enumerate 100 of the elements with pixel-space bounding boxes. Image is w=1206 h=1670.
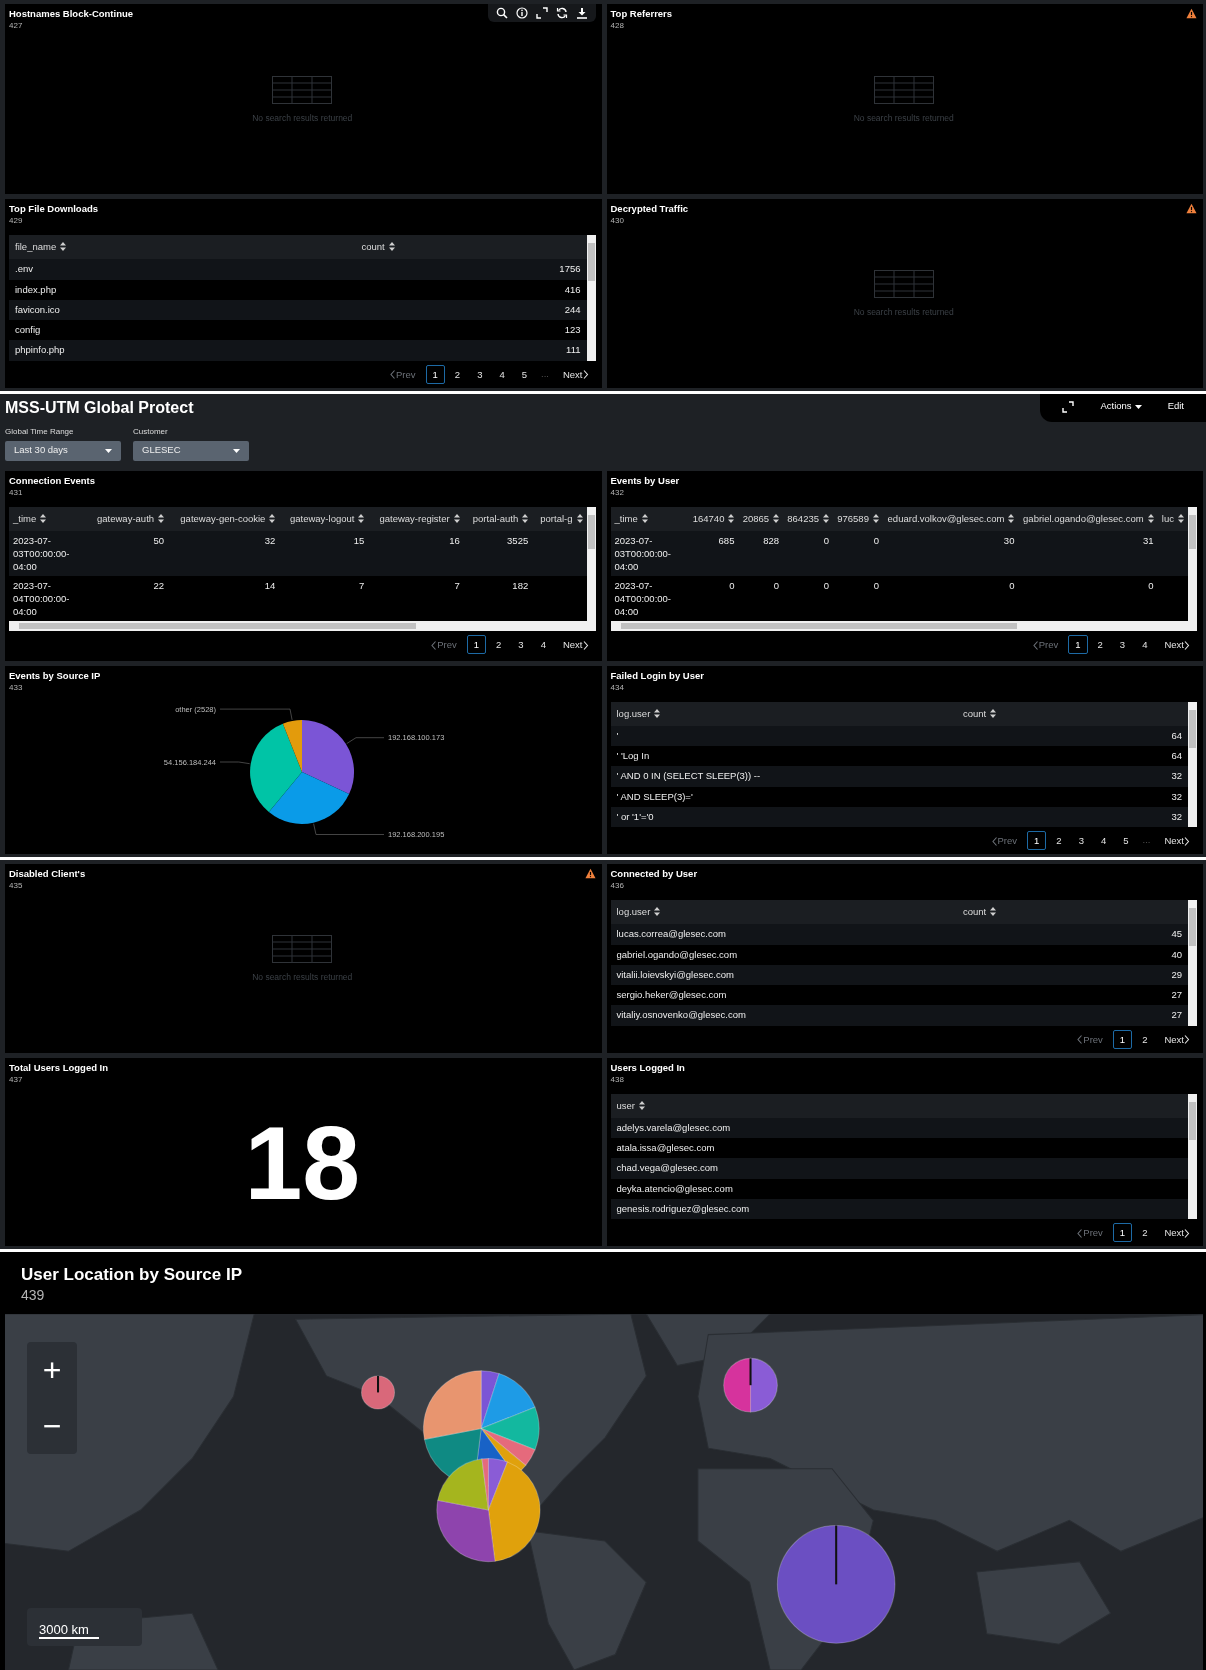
page-button[interactable]: 2 [1135, 1223, 1155, 1242]
page-button[interactable]: 3 [1071, 831, 1091, 850]
table-cell: 0 [783, 575, 833, 621]
horizontal-scrollbar[interactable] [610, 620, 1197, 631]
column-header[interactable]: portal-auth [463, 506, 533, 531]
edit-button[interactable]: Edit [1167, 399, 1184, 414]
table-cell: index.php [9, 279, 356, 300]
pie-marker[interactable] [436, 1457, 541, 1563]
column-header[interactable]: luc [1157, 506, 1188, 531]
column-header[interactable]: 164740 [688, 506, 739, 531]
column-header[interactable]: user [610, 1093, 1188, 1118]
table-cell: ' or '1'='0 [610, 806, 957, 827]
expand-icon[interactable] [535, 7, 548, 19]
fullscreen-button[interactable] [1062, 400, 1075, 413]
vertical-scrollbar[interactable] [1188, 900, 1197, 1026]
refresh-icon[interactable] [555, 7, 568, 19]
column-header[interactable]: 20865 [738, 506, 784, 531]
page-button[interactable]: 5 [1116, 831, 1136, 850]
table-cell: 182 [463, 575, 533, 621]
column-header[interactable]: _time [9, 506, 87, 531]
column-header[interactable]: _time [610, 506, 689, 531]
column-header[interactable]: eduard.volkov@glesec.com [882, 506, 1019, 531]
page-button[interactable]: 1 [1068, 634, 1088, 654]
table-cell: .env [9, 259, 356, 280]
vertical-scrollbar[interactable] [1188, 506, 1197, 621]
column-header[interactable]: gateway-logout [279, 506, 369, 531]
next-button[interactable]: Next [555, 364, 596, 384]
zoom-out-button[interactable]: − [27, 1398, 77, 1454]
next-button[interactable]: Next [1157, 831, 1197, 850]
page-button[interactable]: 1 [425, 364, 445, 384]
table-cell: 7 [279, 575, 369, 621]
next-button[interactable]: Next [1157, 634, 1197, 654]
column-header[interactable]: count [957, 701, 1188, 726]
dropdown[interactable]: GLESEC [133, 440, 249, 461]
panel-title: Events by Source IP [9, 669, 101, 682]
page-button[interactable]: 4 [1135, 634, 1155, 654]
dropdown[interactable]: Last 30 days [5, 440, 121, 461]
column-header[interactable]: 864235 [783, 506, 833, 531]
column-header[interactable]: count [355, 235, 587, 260]
page-button[interactable]: 5 [514, 364, 535, 384]
page-button[interactable]: 3 [470, 364, 490, 384]
actions-button[interactable]: Actions [1100, 399, 1142, 414]
column-header[interactable]: 976589 [833, 506, 883, 531]
vertical-scrollbar[interactable] [1188, 701, 1197, 827]
info-icon[interactable] [515, 7, 528, 19]
page-button[interactable]: 1 [466, 634, 487, 654]
table-cell: 1756 [355, 259, 587, 280]
page-button[interactable]: 3 [511, 634, 531, 654]
zoom-in-button[interactable]: + [27, 1342, 77, 1398]
sort-icon [872, 513, 879, 523]
map-view[interactable]: + − 3000 km [5, 1314, 1203, 1670]
sort-icon [639, 1100, 645, 1110]
table-cell: 29 [957, 964, 1188, 985]
next-button[interactable]: Next [1157, 1029, 1197, 1049]
pie-slice[interactable] [283, 720, 303, 773]
next-button[interactable]: Next [555, 634, 596, 654]
page-button[interactable]: 1 [1112, 1223, 1133, 1242]
vertical-scrollbar[interactable] [586, 235, 596, 361]
table-cell: ' AND SLEEP(3)=' [610, 786, 957, 807]
pie-marker[interactable] [361, 1375, 396, 1410]
page-button[interactable]: 2 [1049, 831, 1069, 850]
download-icon[interactable] [575, 7, 588, 19]
column-header[interactable]: file_name [9, 235, 356, 260]
single-value: 18 [244, 1111, 361, 1216]
empty-message: No search results returned [252, 971, 353, 985]
column-header[interactable]: log.user [610, 701, 957, 726]
column-header[interactable]: gateway-register [368, 506, 464, 531]
column-header[interactable]: gateway-gen-cookie [168, 506, 280, 531]
vertical-scrollbar[interactable] [586, 506, 596, 621]
page-button[interactable]: 1 [1027, 831, 1047, 850]
page-button[interactable]: 1 [1112, 1029, 1133, 1049]
column-header[interactable]: gabriel.ogando@glesec.com [1018, 506, 1158, 531]
horizontal-scrollbar[interactable] [9, 620, 596, 631]
sort-icon [1178, 513, 1184, 523]
pie-marker[interactable] [776, 1525, 896, 1644]
column-header[interactable]: gateway-auth [87, 506, 169, 531]
page-button[interactable]: 2 [489, 634, 509, 654]
column-header[interactable]: log.user [610, 900, 957, 925]
page-button[interactable]: 4 [533, 634, 553, 654]
page-button[interactable]: 4 [1093, 831, 1114, 850]
sort-icon [388, 242, 395, 251]
pie-slice[interactable] [302, 720, 355, 795]
sort-icon [990, 907, 997, 916]
next-button[interactable]: Next [1157, 1223, 1197, 1242]
pie-slice[interactable] [250, 723, 303, 813]
search-icon[interactable] [495, 7, 508, 19]
column-header[interactable]: portal-g [532, 506, 587, 531]
page-button[interactable]: 3 [1112, 634, 1133, 654]
page-button[interactable]: 2 [1135, 1029, 1155, 1049]
column-header[interactable]: count [957, 900, 1188, 925]
table-cell: 244 [355, 299, 587, 320]
page-button[interactable]: 2 [1090, 634, 1110, 654]
vertical-scrollbar[interactable] [1188, 1093, 1197, 1219]
pie-marker[interactable] [723, 1357, 778, 1413]
page-button[interactable]: 2 [447, 364, 468, 384]
table-cell: 15 [279, 530, 369, 576]
table-cell: vitalii.loievskyi@glesec.com [610, 964, 957, 985]
panel-title: User Location by Source IP [21, 1264, 244, 1286]
pie-slice[interactable] [269, 772, 350, 825]
page-button[interactable]: 4 [492, 364, 512, 384]
